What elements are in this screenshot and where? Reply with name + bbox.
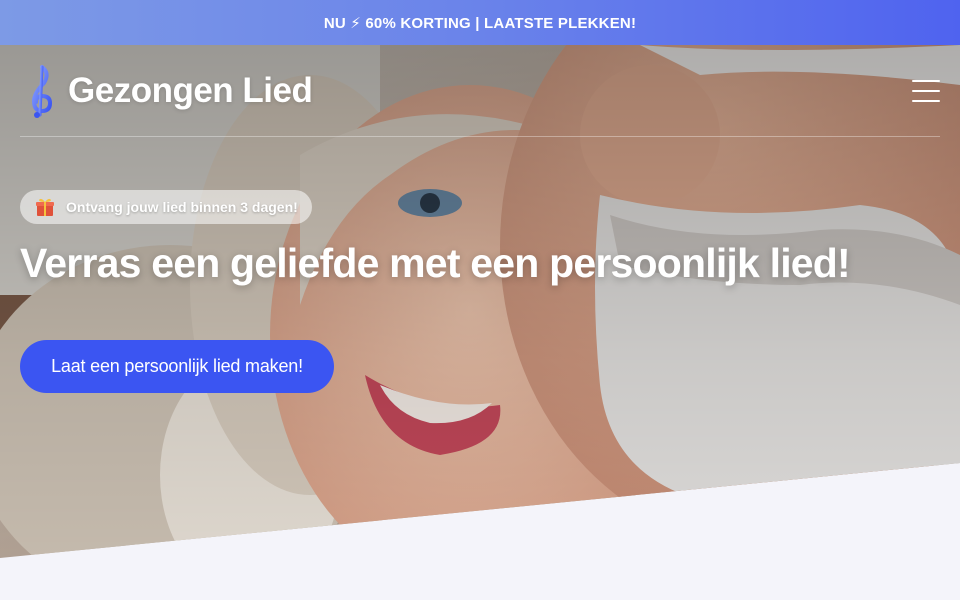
site-header: Gezongen Lied xyxy=(20,45,940,137)
brand-name-second: Lied xyxy=(242,70,313,110)
badge-text: Ontvang jouw lied binnen 3 dagen! xyxy=(66,199,298,215)
hamburger-menu-icon[interactable] xyxy=(912,79,940,102)
gift-icon xyxy=(36,198,54,216)
brand-name-first: Gezongen xyxy=(68,70,234,110)
delivery-badge: Ontvang jouw lied binnen 3 dagen! xyxy=(20,190,312,224)
hero-headline: Verras een geliefde met een persoonlijk … xyxy=(20,240,851,286)
brand-logo[interactable]: Gezongen Lied xyxy=(20,63,313,119)
cta-order-song-button[interactable]: Laat een persoonlijk lied maken! xyxy=(20,340,334,393)
treble-clef-logo-icon xyxy=(31,64,53,118)
promo-text: NU ⚡ 60% KORTING | LAATSTE PLEKKEN! xyxy=(323,14,637,32)
promo-banner: NU ⚡ 60% KORTING | LAATSTE PLEKKEN! xyxy=(0,0,960,45)
